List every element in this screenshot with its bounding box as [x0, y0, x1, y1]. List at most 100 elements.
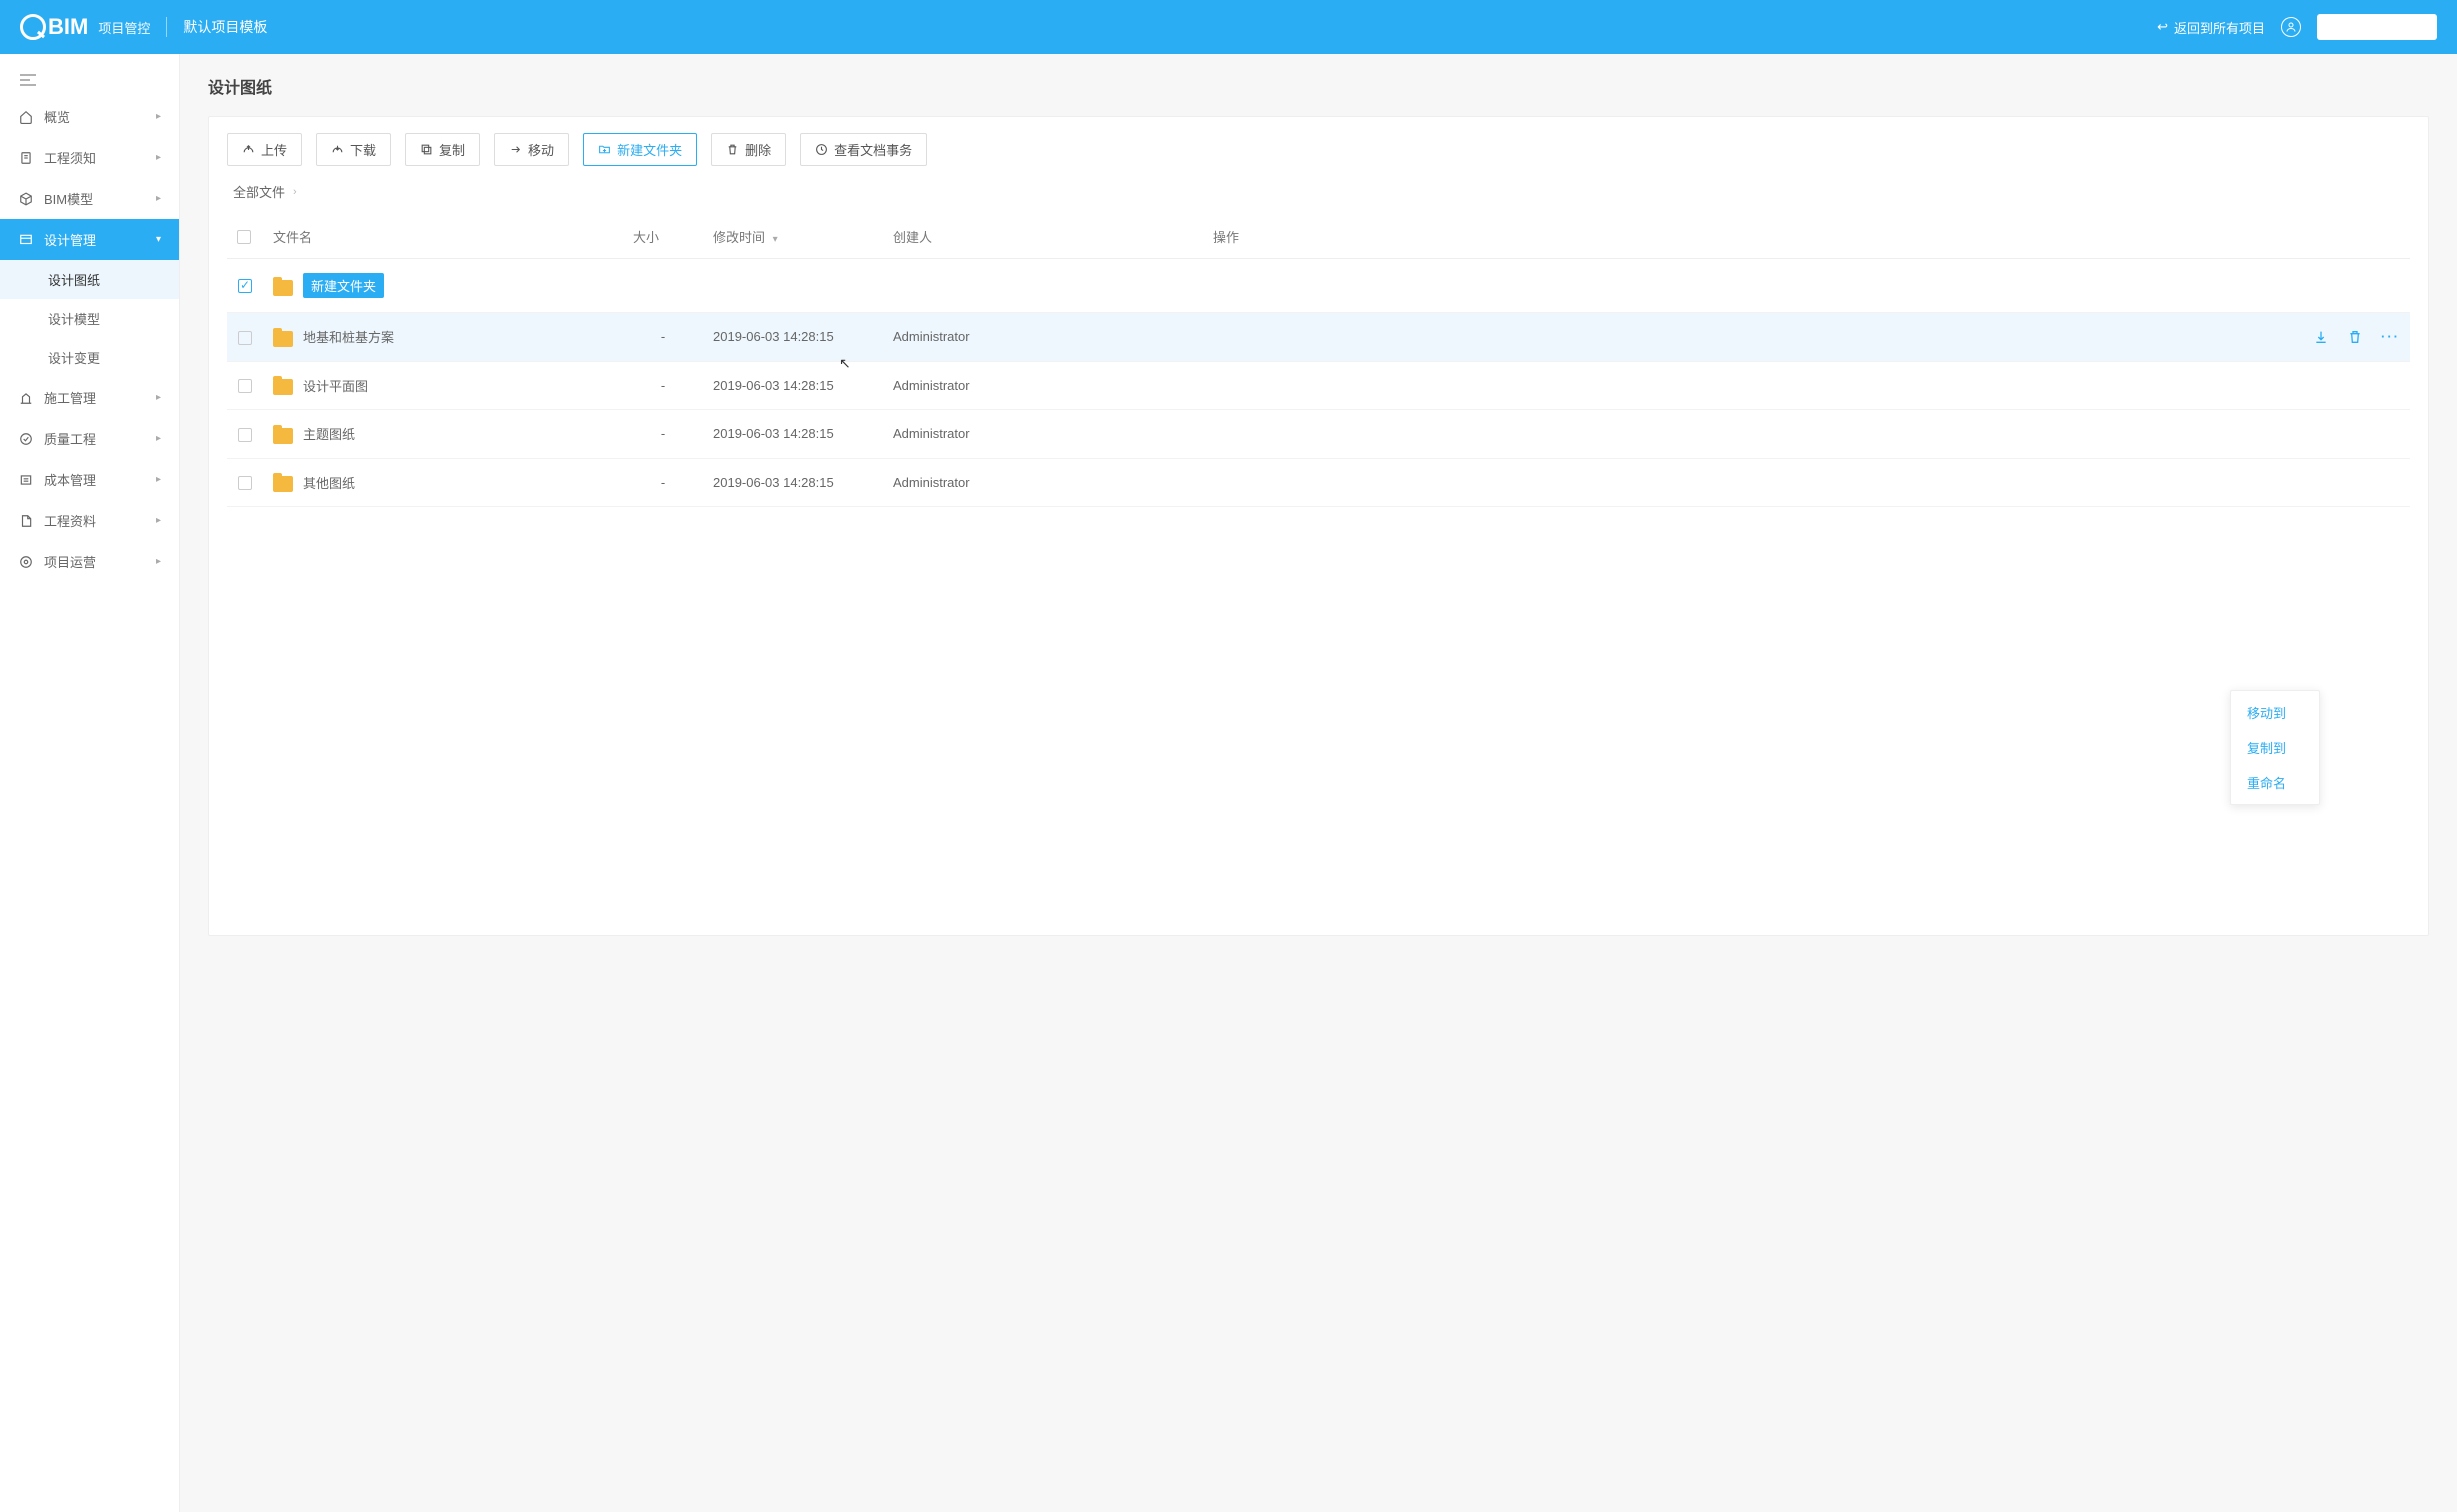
col-modified[interactable]: 修改时间 ▾: [703, 215, 883, 259]
button-label: 新建文件夹: [617, 140, 682, 159]
toolbar-download-button[interactable]: 下载: [316, 133, 391, 166]
col-name[interactable]: 文件名: [263, 215, 623, 259]
app-header: BIM 项目管控 默认项目模板 ↩ 返回到所有项目: [0, 0, 2457, 54]
quality-icon: [18, 431, 34, 447]
toolbar-copy-button[interactable]: 复制: [405, 133, 480, 166]
sidebar-subitem-3-1[interactable]: 设计模型: [0, 299, 179, 338]
doc-icon: [18, 150, 34, 166]
context-menu-item-1[interactable]: 复制到: [2231, 730, 2319, 765]
chevron-icon: ▸: [156, 556, 161, 567]
sidebar-item-2[interactable]: BIM模型 ▸: [0, 178, 179, 219]
folder-icon: [273, 331, 293, 347]
ops-icon: [18, 554, 34, 570]
back-to-projects-link[interactable]: ↩ 返回到所有项目: [2157, 18, 2265, 37]
file-size: -: [623, 410, 703, 459]
file-creator: Administrator: [883, 410, 1203, 459]
history-icon: [815, 143, 828, 156]
chevron-icon: ▸: [156, 152, 161, 163]
toolbar-delete-button[interactable]: 删除: [711, 133, 786, 166]
file-table: 文件名 大小 修改时间 ▾ 创建人 操作 新建文件夹 地基和桩基方案 -: [227, 215, 2410, 507]
button-label: 复制: [439, 140, 465, 159]
row-checkbox[interactable]: [238, 476, 252, 490]
sidebar-item-label: 设计管理: [44, 230, 96, 249]
table-row[interactable]: 设计平面图 - 2019-06-03 14:28:15 Administrato…: [227, 361, 2410, 410]
cost-icon: [18, 472, 34, 488]
col-ops: 操作: [1203, 215, 2410, 259]
file-size: [623, 259, 703, 313]
toolbar-newfolder-button[interactable]: 新建文件夹: [583, 133, 697, 166]
col-modified-label: 修改时间: [713, 230, 765, 245]
design-icon: [18, 232, 34, 248]
row-checkbox[interactable]: [238, 331, 252, 345]
sidebar-item-3[interactable]: 设计管理 ▾: [0, 219, 179, 260]
sidebar-item-6[interactable]: 成本管理 ▸: [0, 459, 179, 500]
folder-icon: [273, 280, 293, 296]
sidebar-item-7[interactable]: 工程资料 ▸: [0, 500, 179, 541]
chevron-icon: ▸: [156, 515, 161, 526]
sidebar-item-4[interactable]: 施工管理 ▸: [0, 377, 179, 418]
logo-icon: [20, 14, 46, 40]
file-modified: [703, 259, 883, 313]
search-input[interactable]: [2317, 14, 2437, 40]
file-creator: Administrator: [883, 361, 1203, 410]
delete-icon: [726, 143, 739, 156]
context-menu-item-0[interactable]: 移动到: [2231, 695, 2319, 730]
sidebar-item-5[interactable]: 质量工程 ▸: [0, 418, 179, 459]
select-all-checkbox[interactable]: [237, 230, 251, 244]
project-title: 默认项目模板: [183, 17, 267, 37]
button-label: 上传: [261, 140, 287, 159]
file-creator: Administrator: [883, 313, 1203, 362]
row-checkbox[interactable]: [238, 379, 252, 393]
file-name[interactable]: 地基和桩基方案: [303, 330, 394, 345]
sidebar-item-label: 概览: [44, 107, 70, 126]
file-modified: 2019-06-03 14:28:15: [703, 313, 883, 362]
button-label: 删除: [745, 140, 771, 159]
sidebar: 概览 ▸ 工程须知 ▸ BIM模型 ▸ 设计管理 ▾设计图纸设计模型设计变更 施…: [0, 54, 180, 1512]
file-creator: [883, 259, 1203, 313]
sidebar-item-label: 成本管理: [44, 470, 96, 489]
sidebar-subitem-3-2[interactable]: 设计变更: [0, 338, 179, 377]
row-checkbox[interactable]: [238, 428, 252, 442]
sidebar-item-8[interactable]: 项目运营 ▸: [0, 541, 179, 582]
upload-icon: [242, 143, 255, 156]
sidebar-subitem-3-0[interactable]: 设计图纸: [0, 260, 179, 299]
more-icon[interactable]: ···: [2381, 329, 2400, 345]
button-label: 移动: [528, 140, 554, 159]
table-row[interactable]: 新建文件夹: [227, 259, 2410, 313]
button-label: 下载: [350, 140, 376, 159]
chevron-icon: ▸: [156, 433, 161, 444]
data-icon: [18, 513, 34, 529]
file-creator: Administrator: [883, 458, 1203, 507]
sidebar-item-1[interactable]: 工程须知 ▸: [0, 137, 179, 178]
back-icon: ↩: [2157, 19, 2168, 35]
back-link-label: 返回到所有项目: [2174, 18, 2265, 37]
download-icon[interactable]: [2313, 329, 2329, 345]
logo[interactable]: BIM 项目管控: [20, 14, 150, 40]
row-checkbox[interactable]: [238, 279, 252, 293]
toolbar-history-button[interactable]: 查看文档事务: [800, 133, 927, 166]
sidebar-item-0[interactable]: 概览 ▸: [0, 96, 179, 137]
file-name[interactable]: 主题图纸: [303, 427, 355, 442]
table-row[interactable]: 地基和桩基方案 - 2019-06-03 14:28:15 Administra…: [227, 313, 2410, 362]
col-size[interactable]: 大小: [623, 215, 703, 259]
breadcrumb-root[interactable]: 全部文件: [233, 182, 285, 201]
toolbar-upload-button[interactable]: 上传: [227, 133, 302, 166]
sort-desc-icon: ▾: [773, 234, 778, 245]
table-row[interactable]: 其他图纸 - 2019-06-03 14:28:15 Administrator: [227, 458, 2410, 507]
sidebar-collapse-button[interactable]: [0, 64, 179, 96]
table-row[interactable]: 主题图纸 - 2019-06-03 14:28:15 Administrator: [227, 410, 2410, 459]
folder-name-input[interactable]: 新建文件夹: [303, 273, 384, 298]
user-avatar-icon[interactable]: [2281, 17, 2301, 37]
file-name[interactable]: 设计平面图: [303, 379, 368, 394]
divider: [166, 17, 167, 37]
content-panel: 上传下载复制移动新建文件夹删除查看文档事务 全部文件 › 文件名 大小 修改时间…: [208, 116, 2429, 936]
delete-icon[interactable]: [2347, 329, 2363, 345]
context-menu-item-2[interactable]: 重命名: [2231, 765, 2319, 800]
sidebar-item-label: 质量工程: [44, 429, 96, 448]
chevron-icon: ▾: [156, 234, 161, 245]
file-name[interactable]: 其他图纸: [303, 476, 355, 491]
col-creator[interactable]: 创建人: [883, 215, 1203, 259]
toolbar-move-button[interactable]: 移动: [494, 133, 569, 166]
cube-icon: [18, 191, 34, 207]
chevron-icon: ▸: [156, 193, 161, 204]
